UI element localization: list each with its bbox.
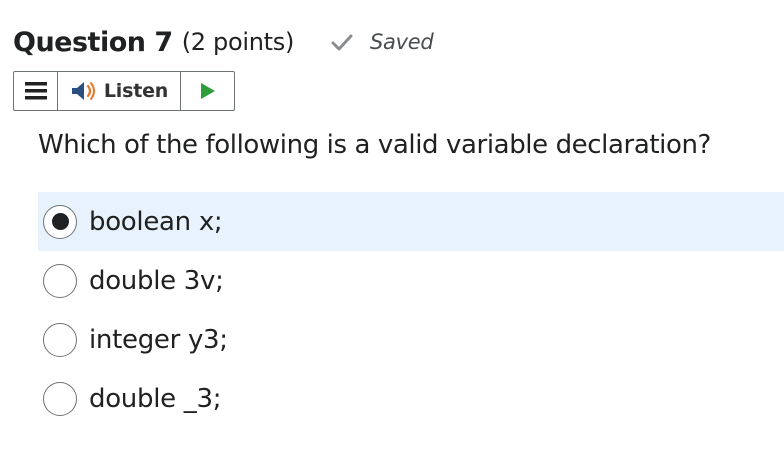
toolbar-menu-button[interactable] [14, 72, 58, 110]
saved-label: Saved [370, 30, 434, 54]
menu-icon [24, 82, 47, 100]
radio-button[interactable] [43, 381, 77, 416]
speaker-icon [71, 82, 95, 100]
listen-label: Listen [103, 80, 169, 102]
answer-option[interactable]: double _3; [38, 369, 784, 428]
quiz-question-page: Question 7 (2 points) Saved Listen Which… [0, 0, 784, 460]
radio-button[interactable] [43, 204, 77, 239]
answer-option[interactable]: boolean x; [38, 192, 784, 251]
answer-options: boolean x; double 3v; integer y3; double… [38, 192, 784, 428]
radio-selected-dot [51, 213, 69, 230]
radio-button[interactable] [43, 263, 77, 298]
play-icon [200, 83, 215, 99]
answer-option[interactable]: double 3v; [38, 251, 784, 310]
answer-option-label: double _3; [89, 383, 222, 414]
answer-option[interactable]: integer y3; [38, 310, 784, 369]
checkmark-icon [331, 34, 353, 51]
saved-status: Saved [330, 30, 434, 54]
listen-button[interactable]: Listen [58, 72, 181, 110]
question-title: Question 7 [13, 26, 173, 58]
question-points: (2 points) [181, 28, 295, 56]
question-header: Question 7 (2 points) Saved [13, 22, 434, 62]
play-button[interactable] [181, 72, 234, 110]
answer-option-label: integer y3; [89, 324, 228, 355]
question-prompt: Which of the following is a valid variab… [38, 130, 711, 160]
radio-button[interactable] [43, 322, 77, 357]
read-aloud-toolbar: Listen [13, 71, 235, 111]
answer-option-label: boolean x; [89, 206, 223, 237]
answer-option-label: double 3v; [89, 265, 224, 296]
